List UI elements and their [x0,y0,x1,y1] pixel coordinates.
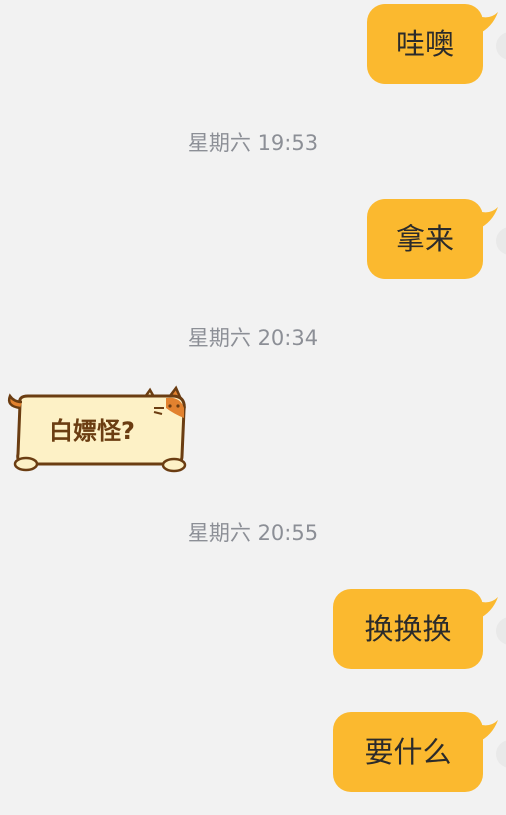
message-bubble-outgoing[interactable]: 换换换 [333,589,483,669]
sticker-text: 白嫖怪? [49,417,135,445]
bubble-tail [478,12,498,34]
message-text: 拿来 [395,222,454,256]
timestamp: 星期六 20:34 [187,326,319,350]
timestamp: 星期六 19:53 [187,131,319,155]
avatar[interactable] [496,740,506,768]
sticker-message[interactable]: 白嫖怪? [4,384,190,478]
message-bubble-outgoing[interactable]: 哇噢 [367,4,483,84]
avatar[interactable] [496,227,506,255]
bubble-tail [478,720,498,742]
bubble-tail [478,597,498,619]
bubble-tail [478,207,498,229]
message-bubble-outgoing[interactable]: 要什么 [333,712,483,792]
message-text: 哇噢 [395,27,454,61]
message-text: 换换换 [364,612,452,646]
avatar[interactable] [496,32,506,60]
avatar[interactable] [496,617,506,645]
cat-sticker-icon: 白嫖怪? [7,385,187,473]
timestamp: 星期六 20:55 [187,521,319,545]
message-bubble-outgoing[interactable]: 拿来 [367,199,483,279]
message-text: 要什么 [364,735,452,769]
